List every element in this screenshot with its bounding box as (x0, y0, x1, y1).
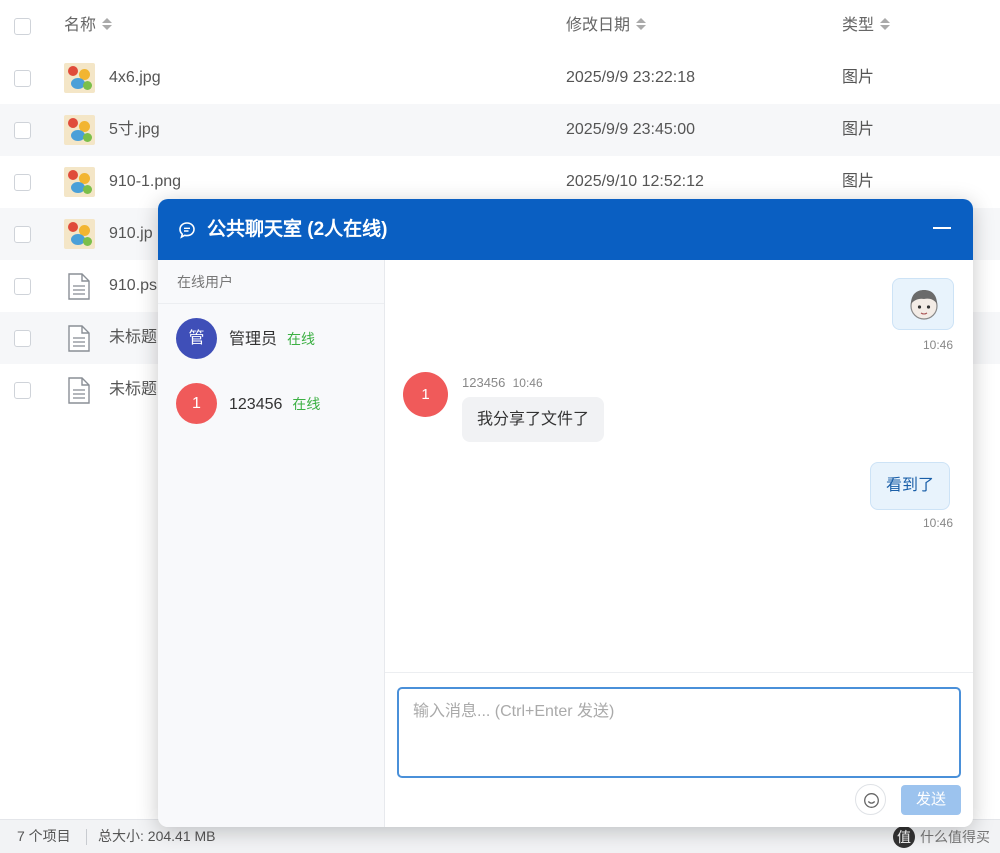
sort-icon[interactable] (102, 17, 113, 31)
sent-message[interactable]: 看到了 (870, 462, 951, 510)
watermark: 值 什么值得买 (893, 825, 990, 849)
row-checkbox[interactable] (14, 330, 31, 347)
sort-icon[interactable] (636, 17, 647, 31)
watermark-text: 什么值得买 (920, 829, 990, 845)
online-users-panel: 在线用户 管 管理员 在线 1 123456 在线 (158, 260, 385, 827)
chat-title: 公共聊天室 (2人在线) (207, 219, 388, 240)
message-time: 10:46 (923, 338, 954, 352)
online-status: 在线 (287, 331, 316, 347)
avatar: 管 (176, 318, 217, 359)
table-row[interactable]: 4x6.jpg 2025/9/9 23:22:18 图片 (0, 52, 1000, 104)
online-user[interactable]: 1 123456 在线 (158, 371, 385, 437)
sort-icon[interactable] (880, 17, 891, 31)
document-icon (68, 325, 90, 352)
file-type: 图片 (842, 69, 875, 86)
row-checkbox[interactable] (14, 226, 31, 243)
file-name: 5寸.jpg (109, 121, 160, 138)
avatar: 1 (176, 383, 217, 424)
sender-name: 123456 (462, 375, 506, 390)
status-divider (86, 829, 87, 845)
message-time: 10:46 (923, 516, 954, 530)
watermark-logo-icon: 值 (893, 826, 915, 848)
sender-avatar: 1 (403, 372, 448, 417)
file-name: 4x6.jpg (109, 69, 161, 86)
message-list: 10:46 1 123456 10:46 我分享了文件了 看到了 10:46 (385, 260, 973, 672)
file-type: 图片 (842, 121, 875, 138)
chat-window: 公共聊天室 (2人在线) 在线用户 管 管理员 在线 1 123456 在线 10:… (158, 199, 973, 827)
user-name: 管理员 (229, 331, 278, 348)
user-name: 123456 (229, 396, 283, 413)
chat-header: 公共聊天室 (2人在线) (158, 199, 973, 260)
row-checkbox[interactable] (14, 278, 31, 295)
composer: 发送 (385, 672, 973, 827)
send-button[interactable]: 发送 (901, 785, 961, 815)
file-name: 910.jp (109, 225, 153, 242)
file-name: 910.ps (109, 277, 158, 294)
sticker-message[interactable] (892, 278, 954, 330)
received-message[interactable]: 我分享了文件了 (462, 397, 605, 442)
file-list-header: 名称 修改日期 类型 (0, 0, 1000, 52)
image-thumbnail-icon (64, 167, 95, 197)
file-date: 2025/9/9 23:45:00 (566, 121, 696, 138)
minimize-button[interactable] (931, 217, 953, 239)
file-name: 未标题 (109, 381, 158, 398)
online-user[interactable]: 管 管理员 在线 (158, 306, 385, 372)
message-input[interactable] (397, 687, 961, 778)
message-meta: 123456 10:46 (462, 375, 543, 390)
file-name: 未标题 (109, 329, 158, 346)
sticker-icon (910, 290, 938, 320)
row-checkbox[interactable] (14, 122, 31, 139)
row-checkbox[interactable] (14, 174, 31, 191)
emoji-icon (864, 793, 879, 808)
item-count: 7 个项目 (17, 828, 71, 844)
document-icon (68, 377, 90, 404)
image-thumbnail-icon (64, 63, 95, 93)
file-date: 2025/9/9 23:22:18 (566, 69, 696, 86)
column-header-type[interactable]: 类型 (842, 0, 891, 52)
select-all-checkbox[interactable] (14, 18, 31, 35)
row-checkbox[interactable] (14, 70, 31, 87)
online-users-title: 在线用户 (158, 260, 384, 304)
message-time: 10:46 (512, 376, 543, 390)
column-header-name[interactable]: 名称 (64, 0, 113, 52)
table-row[interactable]: 5寸.jpg 2025/9/9 23:45:00 图片 (0, 104, 1000, 156)
image-thumbnail-icon (64, 115, 95, 145)
emoji-button[interactable] (855, 784, 886, 815)
chat-bubble-icon (179, 222, 195, 239)
image-thumbnail-icon (64, 219, 95, 249)
column-header-date[interactable]: 修改日期 (566, 0, 647, 52)
online-status: 在线 (292, 396, 321, 412)
document-icon (68, 273, 90, 300)
row-checkbox[interactable] (14, 382, 31, 399)
